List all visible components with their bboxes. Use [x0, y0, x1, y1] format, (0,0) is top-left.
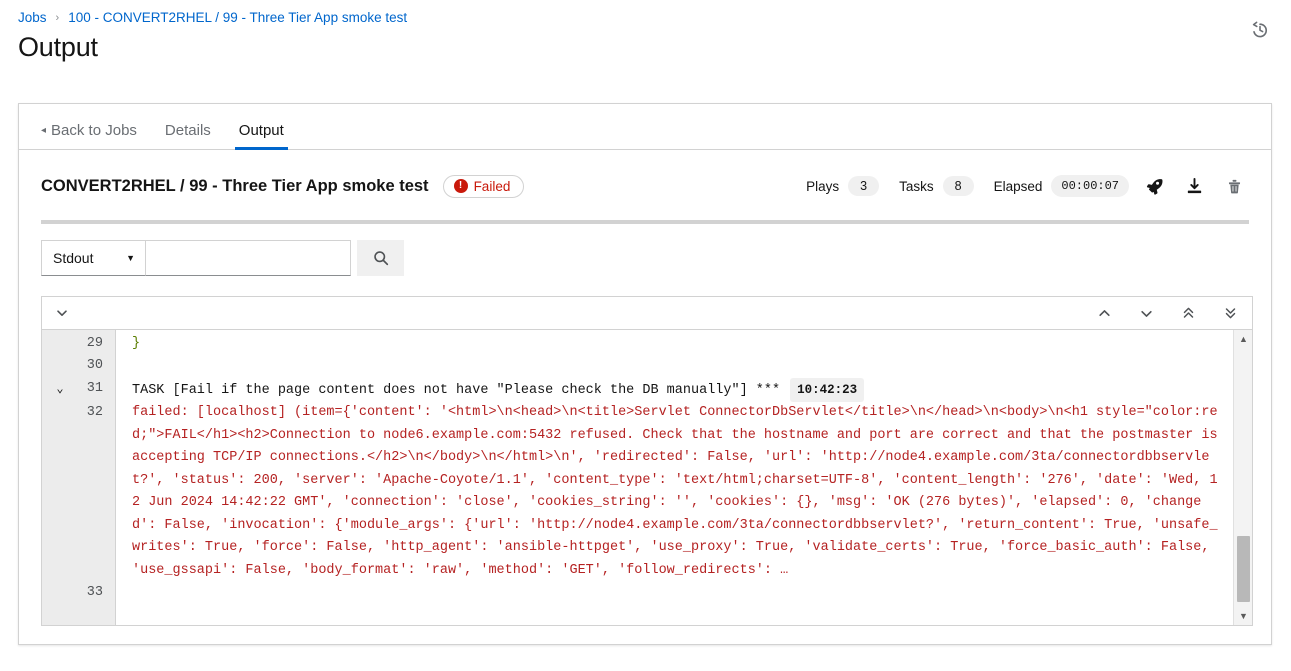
- caret-left-icon: ◂: [41, 124, 47, 136]
- output-row: 29 }: [42, 333, 1233, 356]
- scroll-up-arrow-icon[interactable]: ▲: [1234, 330, 1252, 348]
- job-output-card: ◂ Back to Jobs Details Output CONVERT2RH…: [18, 103, 1272, 645]
- output-body: er is accepting TCP/IP connections.</h2>…: [42, 330, 1252, 625]
- stat-elapsed-label: Elapsed: [993, 178, 1043, 194]
- output-type-select[interactable]: Stdout ▼: [41, 240, 145, 276]
- line-number: ⌄ 31: [42, 378, 116, 403]
- stat-tasks-label: Tasks: [899, 178, 934, 194]
- tab-details-label: Details: [164, 122, 211, 139]
- chevron-down-icon: ▼: [126, 253, 135, 263]
- output-code-area[interactable]: er is accepting TCP/IP connections.</h2>…: [42, 330, 1252, 625]
- page-header: Jobs › 100 - CONVERT2RHEL / 99 - Three T…: [0, 0, 1291, 85]
- output-toolbar: [42, 297, 1252, 330]
- line-text: TASK [Fail if the page content does not …: [116, 377, 1233, 402]
- tab-output[interactable]: Output: [225, 122, 298, 150]
- stat-tasks-value: 8: [942, 176, 974, 196]
- chevron-down-icon[interactable]: [54, 305, 70, 321]
- output-toolbar-left: [54, 305, 70, 321]
- job-output-page: Jobs › 100 - CONVERT2RHEL / 99 - Three T…: [0, 0, 1291, 671]
- exclamation-circle-icon: !: [453, 179, 468, 193]
- scrollbar-thumb[interactable]: [1237, 536, 1250, 602]
- relaunch-button[interactable]: [1139, 171, 1169, 201]
- scroll-next-icon[interactable]: [1138, 305, 1154, 321]
- search-button[interactable]: [357, 240, 404, 276]
- job-title: CONVERT2RHEL / 99 - Three Tier App smoke…: [41, 176, 429, 195]
- scroll-first-icon[interactable]: [1180, 305, 1196, 321]
- line-number: 32: [86, 405, 103, 420]
- tab-details[interactable]: Details: [151, 123, 225, 149]
- output-row: 30: [42, 355, 1233, 378]
- job-stats: Plays 3 Tasks 8 Elapsed 00:00:07: [806, 175, 1129, 197]
- line-text: failed: [localhost] (item={'content': '<…: [132, 405, 1226, 578]
- stat-plays-value: 3: [848, 176, 880, 196]
- line-text: }: [132, 335, 141, 351]
- tab-bar: ◂ Back to Jobs Details Output: [19, 104, 1271, 150]
- line-text: [116, 355, 1233, 378]
- chevron-right-icon: ›: [55, 11, 60, 24]
- output-vertical-scrollbar[interactable]: ▲ ▼: [1233, 330, 1252, 625]
- search-input[interactable]: [145, 240, 351, 276]
- breadcrumb-current-job-link[interactable]: 100 - CONVERT2RHEL / 99 - Three Tier App…: [68, 10, 407, 25]
- output-search-bar: Stdout ▼: [19, 224, 1271, 276]
- history-icon[interactable]: [1247, 17, 1273, 43]
- tab-output-label: Output: [238, 122, 284, 139]
- chevron-down-icon[interactable]: ⌄: [52, 378, 68, 401]
- output-line-list: er is accepting TCP/IP connections.</h2>…: [42, 330, 1233, 605]
- output-row: 33: [42, 582, 1233, 605]
- line-number: 30: [86, 358, 103, 373]
- output-toolbar-right: [1096, 305, 1238, 321]
- output-row-failed: 32 failed: [localhost] (item={'content':…: [42, 402, 1233, 582]
- status-badge-label: Failed: [473, 178, 511, 194]
- status-badge[interactable]: ! Failed: [442, 174, 525, 198]
- task-timestamp-badge: 10:42:23: [790, 377, 865, 402]
- line-number: 33: [86, 585, 103, 600]
- line-number-value: 31: [86, 380, 103, 396]
- output-type-select-value: Stdout: [53, 250, 94, 266]
- task-line-text: TASK [Fail if the page content does not …: [132, 382, 781, 398]
- tab-back-to-jobs[interactable]: ◂ Back to Jobs: [27, 123, 151, 149]
- scroll-last-icon[interactable]: [1222, 305, 1238, 321]
- job-summary-header: CONVERT2RHEL / 99 - Three Tier App smoke…: [19, 150, 1271, 204]
- breadcrumb: Jobs › 100 - CONVERT2RHEL / 99 - Three T…: [18, 10, 1291, 25]
- output-row-task: ⌄ 31 TASK [Fail if the page content does…: [42, 377, 1233, 403]
- line-text: [116, 582, 1233, 605]
- stat-plays-label: Plays: [806, 178, 840, 194]
- page-title: Output: [18, 32, 98, 62]
- download-button[interactable]: [1179, 171, 1209, 201]
- line-number: 29: [86, 335, 103, 351]
- delete-button[interactable]: [1219, 171, 1249, 201]
- stat-elapsed-value: 00:00:07: [1051, 175, 1129, 197]
- output-panel: er is accepting TCP/IP connections.</h2>…: [41, 296, 1253, 626]
- scroll-previous-icon[interactable]: [1096, 305, 1112, 321]
- tab-back-to-jobs-label: Back to Jobs: [51, 122, 137, 139]
- scroll-down-arrow-icon[interactable]: ▼: [1234, 607, 1252, 625]
- breadcrumb-jobs-link[interactable]: Jobs: [18, 10, 47, 25]
